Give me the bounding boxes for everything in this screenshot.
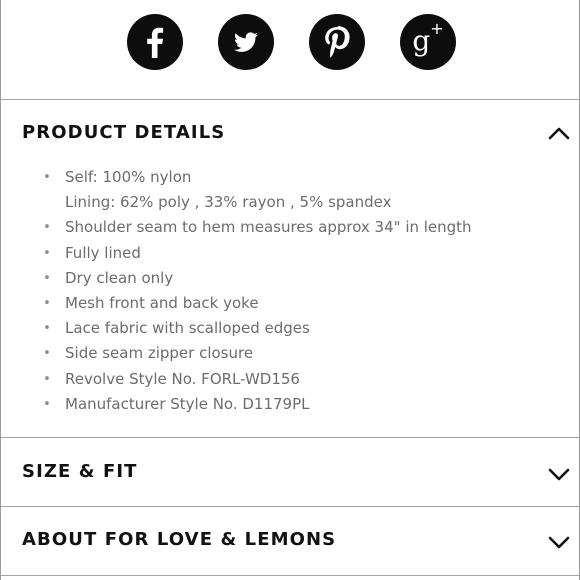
divider xyxy=(1,506,580,507)
facebook-icon xyxy=(147,27,164,58)
list-item-text: Lining: 62% poly , 33% rayon , 5% spande… xyxy=(65,193,392,212)
divider xyxy=(1,575,580,576)
list-item-text: Mesh front and back yoke xyxy=(65,293,259,312)
section-title: SIZE & FIT xyxy=(22,461,138,482)
list-item-text: Side seam zipper closure xyxy=(65,344,254,363)
bullet-icon: • xyxy=(43,295,51,311)
section-title: ABOUT FOR LOVE & LEMONS xyxy=(22,529,337,550)
product-details-list: • Self: 100% nylon Lining: 62% poly , 33% … xyxy=(1,165,580,417)
list-item-text: Manufacturer Style No. D1179PL xyxy=(65,394,310,413)
bullet-icon: • xyxy=(43,170,51,185)
section-title: PRODUCT DETAILS xyxy=(22,122,226,143)
bullet-icon: • xyxy=(43,371,51,387)
chevron-down-icon xyxy=(548,468,570,481)
about-brand-header[interactable]: ABOUT FOR LOVE & LEMONS xyxy=(1,516,580,564)
bullet-icon: • xyxy=(43,396,51,412)
list-item: • Self: 100% nylon xyxy=(1,165,580,190)
list-item: • Side seam zipper closure xyxy=(1,341,580,366)
chevron-down-icon xyxy=(548,536,570,549)
product-details-header[interactable]: PRODUCT DETAILS xyxy=(1,109,580,157)
list-item-text: Self: 100% nylon xyxy=(65,168,192,186)
list-item: Lining: 62% poly , 33% rayon , 5% spande… xyxy=(1,190,580,215)
list-item: • Manufacturer Style No. D1179PL xyxy=(1,392,580,417)
list-item-text: Revolve Style No. FORL-WD156 xyxy=(65,369,300,388)
list-item-text: Shoulder seam to hem measures approx 34"… xyxy=(65,218,472,237)
bullet-icon: • xyxy=(43,270,51,286)
bullet-icon: • xyxy=(43,220,51,236)
pinterest-icon xyxy=(325,26,350,58)
bullet-icon: • xyxy=(43,321,51,337)
product-info-panel: g+ PRODUCT DETAILS • Self: 100% nylon Lini… xyxy=(0,0,580,580)
twitter-icon xyxy=(234,32,258,52)
social-share-row: g+ xyxy=(1,14,580,70)
list-item: • Dry clean only xyxy=(1,266,580,291)
list-item: • Lace fabric with scalloped edges xyxy=(1,316,580,341)
facebook-share-button[interactable] xyxy=(127,14,183,70)
chevron-up-icon xyxy=(548,127,570,140)
google-plus-share-button[interactable]: g+ xyxy=(400,14,456,70)
bullet-icon: • xyxy=(43,346,51,362)
list-item: • Revolve Style No. FORL-WD156 xyxy=(1,367,580,392)
list-item-text: Dry clean only xyxy=(65,268,174,287)
size-fit-header[interactable]: SIZE & FIT xyxy=(1,448,580,496)
divider xyxy=(1,437,580,438)
pinterest-share-button[interactable] xyxy=(309,14,365,70)
list-item: • Fully lined xyxy=(1,241,580,266)
list-item-text: Fully lined xyxy=(65,243,141,262)
twitter-share-button[interactable] xyxy=(218,14,274,70)
list-item: • Shoulder seam to hem measures approx 34… xyxy=(1,215,580,240)
divider xyxy=(1,99,580,100)
list-item-text: Lace fabric with scalloped edges xyxy=(65,319,310,338)
list-item: • Mesh front and back yoke xyxy=(1,291,580,316)
google-plus-icon: g+ xyxy=(412,18,444,58)
bullet-icon: • xyxy=(43,245,51,261)
